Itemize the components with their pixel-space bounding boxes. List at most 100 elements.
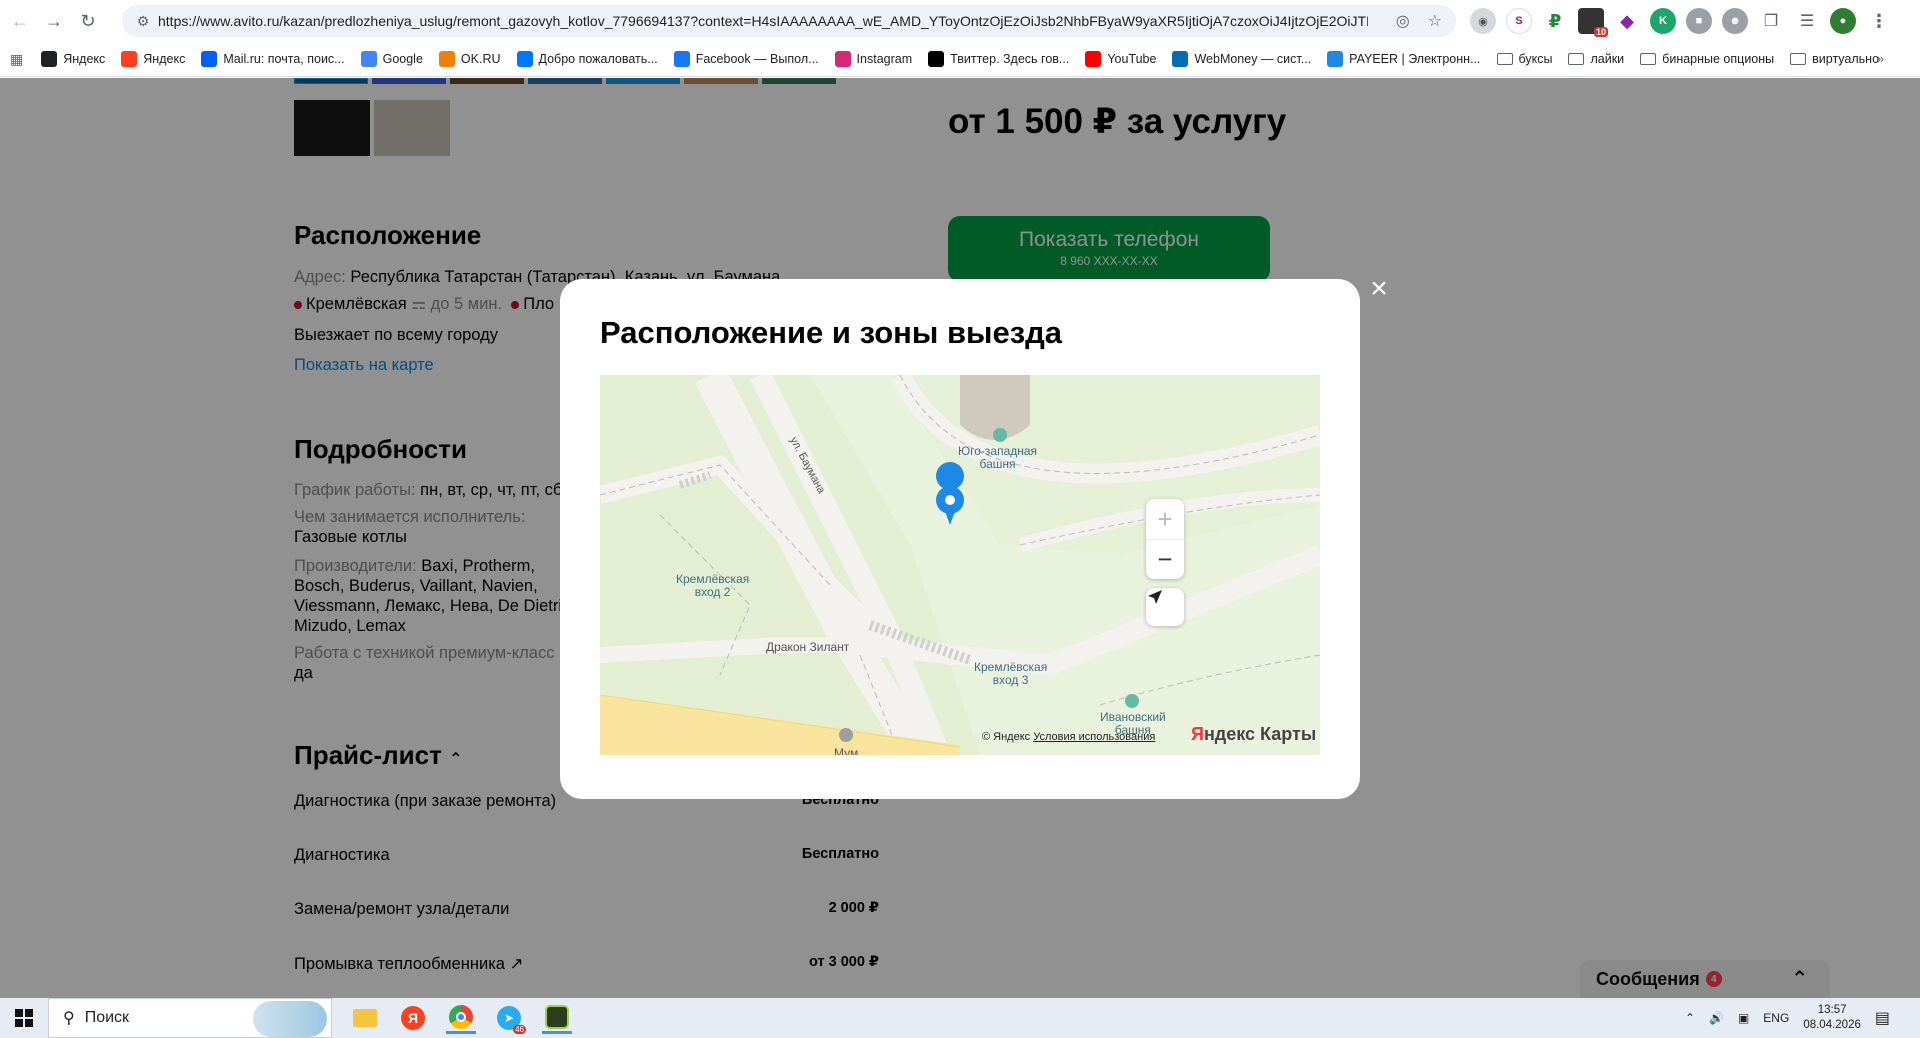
yandex-icon: yandex-icon: [121, 51, 138, 67]
volume-icon[interactable]: 🔊: [1709, 1011, 1724, 1025]
payeer-icon: payeer-icon: [1327, 51, 1344, 67]
bookmark-star-icon[interactable]: ☆: [1428, 11, 1442, 31]
puzzle-extensions-icon[interactable]: ❐: [1758, 8, 1784, 34]
zoom-in-button[interactable]: +: [1146, 499, 1184, 539]
location-arrow-icon: [1148, 590, 1162, 604]
language-indicator[interactable]: ENG: [1763, 1011, 1789, 1025]
bookmark-item[interactable]: folder-icon бинарные опционы: [1640, 52, 1774, 66]
bookmark-label: виртуально: [1812, 52, 1880, 66]
bookmark-item[interactable]: webmoney-icon WebMoney — сист...: [1172, 51, 1311, 67]
address-bar[interactable]: ⚙ https://www.avito.ru/kazan/predlozheni…: [122, 5, 1456, 37]
geolocation-button[interactable]: [1146, 588, 1184, 626]
bookmark-label: лайки: [1590, 52, 1625, 66]
bookmark-item[interactable]: mailru-icon Mail.ru: почта, поис...: [201, 51, 345, 67]
network-icon[interactable]: ▣: [1738, 1011, 1749, 1025]
more-bookmarks-chevron-icon[interactable]: »: [1877, 52, 1884, 66]
copyright-text: © Яндекс: [982, 731, 1031, 743]
bookmark-item[interactable]: plus-icon Яндекс: [41, 51, 105, 67]
poi-tower-label[interactable]: Юго-западная башня: [958, 445, 1037, 471]
x-icon: x-icon: [928, 51, 945, 67]
windows-start-icon[interactable]: [0, 998, 48, 1038]
globe-extension-icon[interactable]: ◉: [1470, 8, 1496, 34]
forward-arrow-icon[interactable]: →: [40, 7, 68, 35]
taskbar-search-placeholder: Поиск: [84, 1009, 130, 1026]
bookmark-item[interactable]: folder-icon лайки: [1568, 52, 1624, 66]
plus-icon: plus-icon: [41, 51, 58, 67]
cube-extension-icon[interactable]: ■: [1686, 8, 1712, 34]
back-arrow-icon[interactable]: ←: [6, 7, 34, 35]
system-tray: ⌃ 🔊 ▣ ENG 13:57 08.04.2026 ▤: [1685, 998, 1890, 1038]
kaspersky-extension-icon[interactable]: K: [1650, 8, 1676, 34]
chrome-icon[interactable]: [446, 1002, 476, 1034]
calendar-extension-icon[interactable]: 10: [1578, 8, 1608, 37]
bookmark-item[interactable]: ok-icon OK.RU: [438, 51, 501, 67]
logo-text: ндекс Карты: [1203, 724, 1317, 744]
clock[interactable]: 13:57 08.04.2026: [1803, 1003, 1861, 1033]
notifications-icon[interactable]: ▤: [1875, 1008, 1890, 1028]
reload-icon[interactable]: ↻: [74, 7, 102, 35]
bookmark-item[interactable]: folder-icon виртуально: [1790, 52, 1879, 66]
bookmark-label: Mail.ru: почта, поис...: [223, 52, 345, 66]
bookmark-label: Яндекс: [143, 52, 186, 66]
search-highlight-image: [253, 1001, 327, 1037]
bookmark-item[interactable]: folder-icon буксы: [1496, 52, 1552, 66]
terms-of-use-link[interactable]: Условия использования: [1033, 731, 1155, 743]
yandex-browser-icon[interactable]: Я: [398, 1002, 428, 1034]
tray-chevron-up-icon[interactable]: ⌃: [1685, 1011, 1695, 1025]
windows-taskbar: ⚲ Поиск Я ➤ 46 ⌃ 🔊 ▣ ENG 13:57 08.04.2026…: [0, 998, 1920, 1038]
bookmark-item[interactable]: payeer-icon PAYEER | Электронн...: [1327, 51, 1481, 67]
menu-dots-icon[interactable]: ⋮: [1866, 8, 1892, 34]
bookmark-item[interactable]: facebook-icon Facebook — Выпол...: [673, 51, 819, 67]
ruble-extension-icon[interactable]: ₽: [1542, 8, 1568, 34]
taskbar-search[interactable]: ⚲ Поиск: [48, 998, 332, 1038]
folder-icon: folder-icon: [1640, 53, 1657, 65]
mailru-icon: mailru-icon: [201, 51, 218, 67]
logo-letter: Я: [1191, 724, 1204, 744]
bookmark-item[interactable]: vk-icon Добро пожаловать...: [516, 51, 658, 67]
app-green-icon[interactable]: [542, 1002, 572, 1034]
ghost-extension-icon[interactable]: ☻: [1722, 8, 1748, 34]
extensions-row: ◉ S ₽ 10 ◆ K ■ ☻ ❐ ☰ ● ⋮: [1470, 8, 1892, 37]
webmoney-icon: webmoney-icon: [1172, 51, 1189, 67]
file-explorer-icon[interactable]: [350, 1002, 380, 1034]
folder-icon: folder-icon: [1790, 53, 1807, 65]
youtube-icon: youtube-icon: [1085, 51, 1102, 67]
browser-toolbar: ← → ↻ ⚙ https://www.avito.ru/kazan/predl…: [0, 0, 1920, 42]
clock-time: 13:57: [1817, 1004, 1847, 1016]
yandex-map[interactable]: ул. Баумана Юго-западная башня Кремлёвска…: [600, 375, 1320, 755]
facebook-icon: facebook-icon: [673, 51, 690, 67]
url-text[interactable]: https://www.avito.ru/kazan/predlozheniya…: [158, 13, 1368, 29]
bookmark-item[interactable]: instagram-icon Instagram: [834, 51, 912, 67]
folder-icon: folder-icon: [1568, 53, 1585, 65]
reading-list-icon[interactable]: ☰: [1794, 8, 1820, 34]
search-icon: ⚲: [63, 1010, 75, 1027]
close-icon[interactable]: ×: [1366, 274, 1392, 304]
telegram-icon[interactable]: ➤ 46: [494, 1002, 526, 1034]
modal-title: Расположение и зоны выезда: [600, 315, 1063, 350]
bookmark-label: Google: [382, 52, 423, 66]
profile-avatar[interactable]: ●: [1830, 8, 1856, 34]
se-extension-icon[interactable]: S: [1506, 8, 1532, 34]
bookmark-label: бинарные опционы: [1662, 52, 1775, 66]
bookmark-label: Добро пожаловать...: [538, 52, 658, 66]
bookmark-item[interactable]: yandex-icon Яндекс: [121, 51, 185, 67]
metro-entrance-3-label[interactable]: Кремлёвская вход 3: [974, 661, 1047, 687]
gem-extension-icon[interactable]: ◆: [1614, 8, 1640, 34]
bookmark-label: Яндекс: [63, 52, 106, 66]
apps-grid-icon[interactable]: ▦: [10, 51, 23, 68]
site-info-icon[interactable]: ⚙: [128, 13, 158, 30]
bookmark-item[interactable]: youtube-icon YouTube: [1085, 51, 1156, 67]
zoom-out-button[interactable]: −: [1146, 539, 1184, 579]
bookmark-label: Твиттер. Здесь гов...: [950, 52, 1070, 66]
metro-entrance-2-label[interactable]: Кремлёвская вход 2: [676, 573, 749, 599]
location-modal: Расположение и зоны выезда ул. Баумана Ю…: [560, 279, 1360, 799]
map-copyright: © Яндекс Условия использования: [982, 731, 1155, 743]
poi-mum-label[interactable]: Мум: [834, 747, 858, 756]
poi-zilant-label[interactable]: Дракон Зилант: [766, 641, 849, 654]
folder-icon: folder-icon: [1496, 53, 1513, 65]
bookmark-item[interactable]: google-icon Google: [360, 51, 423, 67]
bookmark-item[interactable]: x-icon Твиттер. Здесь гов...: [928, 51, 1069, 67]
yandex-maps-logo[interactable]: Яндекс Карты: [1191, 724, 1316, 745]
privacy-eye-icon[interactable]: ◎: [1396, 11, 1410, 31]
clock-date: 08.04.2026: [1803, 1019, 1861, 1031]
